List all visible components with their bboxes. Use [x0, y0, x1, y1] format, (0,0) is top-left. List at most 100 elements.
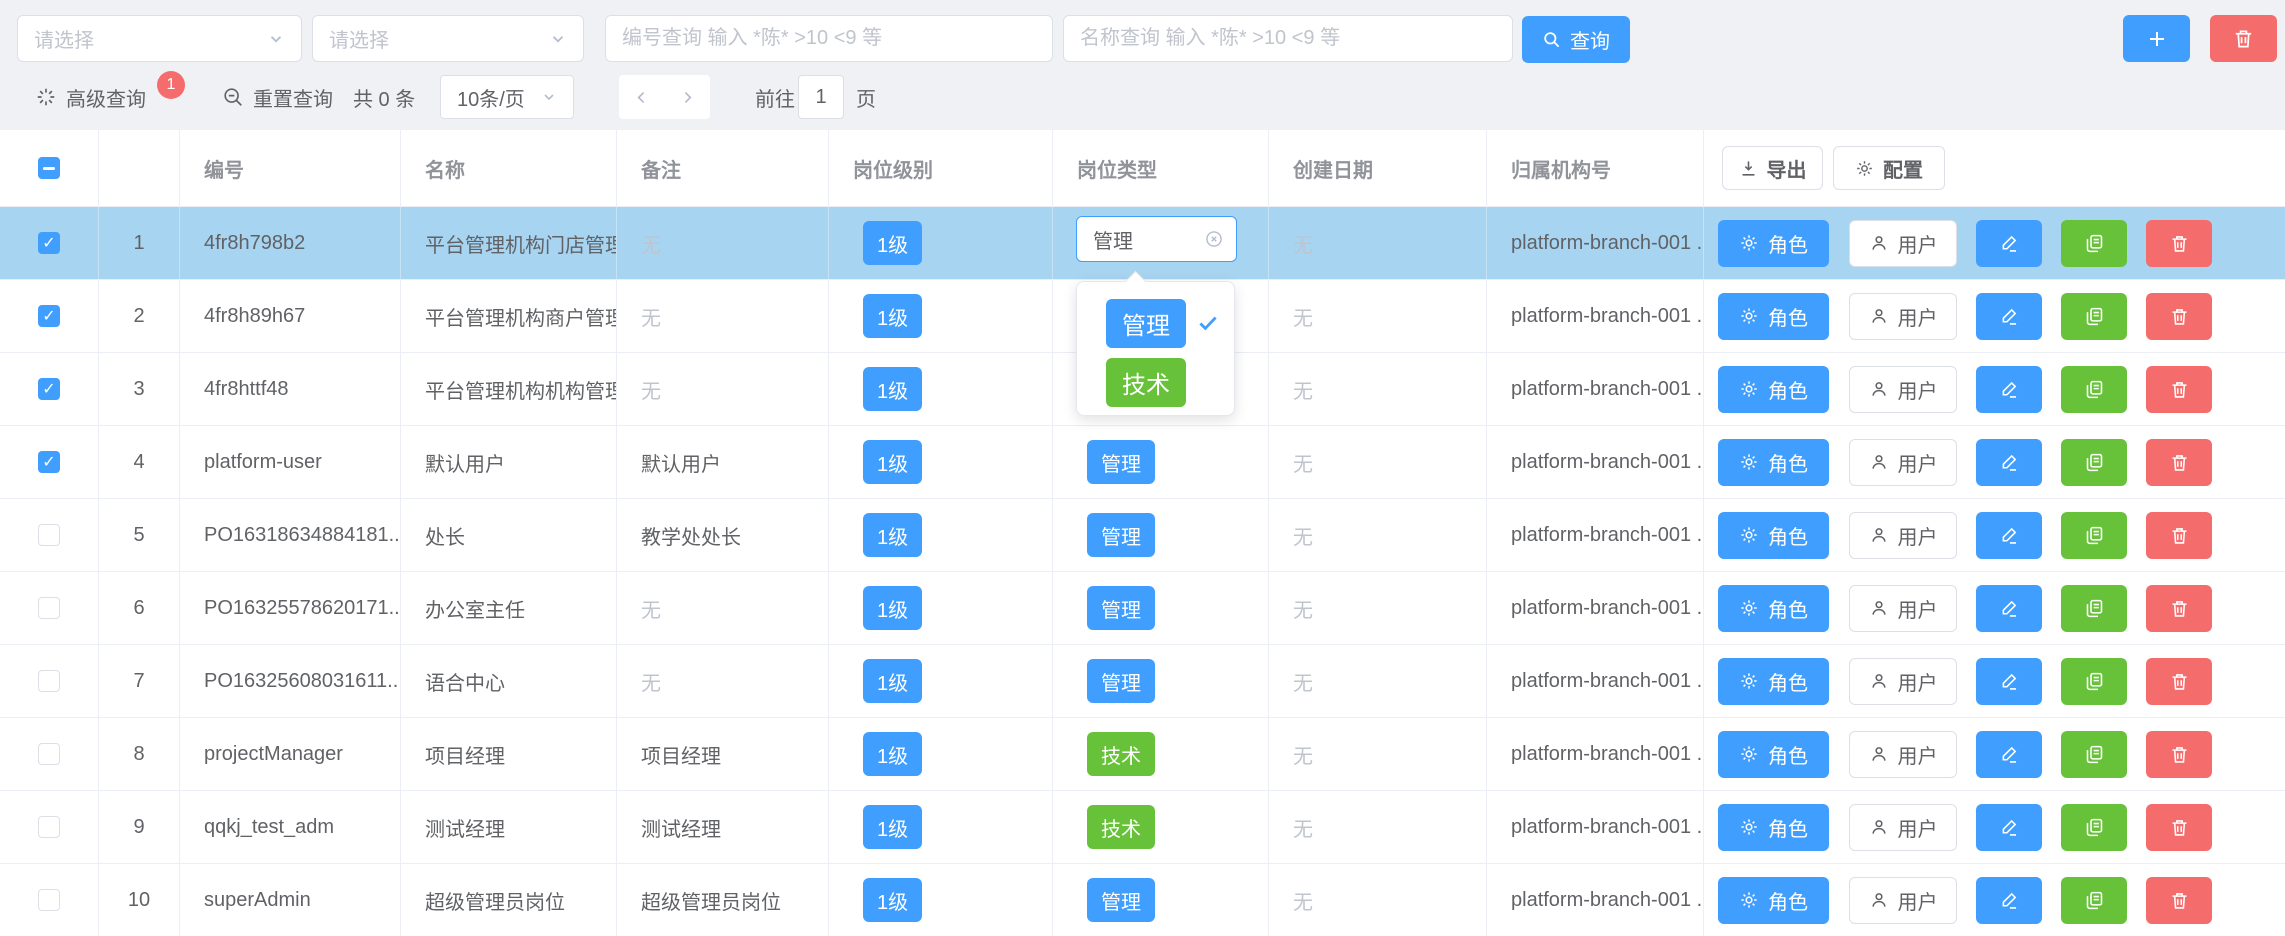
user-button[interactable]: 用户 [1849, 731, 1957, 778]
user-button[interactable]: 用户 [1849, 877, 1957, 924]
role-button[interactable]: 角色 [1718, 439, 1829, 486]
row-checkbox[interactable] [38, 232, 60, 254]
delete-button[interactable] [2146, 512, 2212, 559]
row-checkbox[interactable] [38, 524, 60, 546]
role-button[interactable]: 角色 [1718, 366, 1829, 413]
delete-button[interactable] [2146, 585, 2212, 632]
type-cell[interactable]: 管理 [1053, 572, 1269, 644]
delete-button[interactable] [2146, 877, 2212, 924]
delete-button[interactable] [2146, 366, 2212, 413]
type-cell[interactable]: 管理 [1053, 645, 1269, 717]
search-button[interactable]: 查询 [1522, 16, 1630, 63]
copy-button[interactable] [2061, 220, 2127, 267]
edit-button[interactable] [1976, 366, 2042, 413]
type-option-技术[interactable]: 技术 [1077, 357, 1234, 407]
table-row[interactable]: 5 PO16318634884181... 处长 教学处处长 1级 管理 无 p… [0, 499, 2285, 572]
edit-button[interactable] [1976, 585, 2042, 632]
edit-button[interactable] [1976, 731, 2042, 778]
user-button[interactable]: 用户 [1849, 512, 1957, 559]
user-button[interactable]: 用户 [1849, 439, 1957, 486]
copy-button[interactable] [2061, 512, 2127, 559]
role-button[interactable]: 角色 [1718, 512, 1829, 559]
edit-button[interactable] [1976, 877, 2042, 924]
code-search-input[interactable] [622, 16, 1036, 61]
user-button[interactable]: 用户 [1849, 658, 1957, 705]
type-option-管理[interactable]: 管理 [1077, 298, 1234, 348]
delete-button[interactable] [2146, 804, 2212, 851]
type-cell[interactable]: 技术 [1053, 718, 1269, 790]
table-row[interactable]: 7 PO16325608031611... 语合中心 无 1级 管理 无 pla… [0, 645, 2285, 718]
copy-button[interactable] [2061, 366, 2127, 413]
type-cell[interactable]: 管理 [1053, 864, 1269, 936]
copy-button[interactable] [2061, 585, 2127, 632]
delete-button[interactable] [2146, 220, 2212, 267]
add-button[interactable] [2123, 15, 2190, 62]
prev-page-button[interactable] [633, 89, 650, 106]
reset-query-button[interactable]: 重置查询 [222, 75, 333, 119]
role-button[interactable]: 角色 [1718, 658, 1829, 705]
row-checkbox[interactable] [38, 743, 60, 765]
table-row[interactable]: 6 PO16325578620171... 办公室主任 无 1级 管理 无 pl… [0, 572, 2285, 645]
code-search-field-wrap [605, 15, 1053, 62]
delete-button[interactable] [2146, 731, 2212, 778]
table-row[interactable]: 10 superAdmin 超级管理员岗位 超级管理员岗位 1级 管理 无 pl… [0, 864, 2285, 936]
role-button[interactable]: 角色 [1718, 877, 1829, 924]
type-select-input[interactable]: 管理 [1076, 216, 1237, 262]
copy-button[interactable] [2061, 731, 2127, 778]
filter-select-1[interactable]: 请选择 [17, 15, 302, 62]
goto-page-input[interactable] [798, 75, 844, 119]
edit-button[interactable] [1976, 439, 2042, 486]
copy-button[interactable] [2061, 658, 2127, 705]
table-row[interactable]: 8 projectManager 项目经理 项目经理 1级 技术 无 platf… [0, 718, 2285, 791]
table-row[interactable]: 9 qqkj_test_adm 测试经理 测试经理 1级 技术 无 platfo… [0, 791, 2285, 864]
row-checkbox[interactable] [38, 816, 60, 838]
row-checkbox[interactable] [38, 305, 60, 327]
role-button[interactable]: 角色 [1718, 731, 1829, 778]
delete-button[interactable] [2146, 293, 2212, 340]
edit-button[interactable] [1976, 512, 2042, 559]
row-checkbox[interactable] [38, 597, 60, 619]
export-button[interactable]: 导出 [1722, 146, 1823, 190]
edit-button[interactable] [1976, 293, 2042, 340]
user-button[interactable]: 用户 [1849, 585, 1957, 632]
user-button[interactable]: 用户 [1849, 804, 1957, 851]
user-button[interactable]: 用户 [1849, 293, 1957, 340]
level-tag: 1级 [863, 440, 922, 484]
clear-icon[interactable] [1204, 229, 1224, 249]
page-size-select[interactable]: 10条/页 [440, 75, 574, 119]
user-button[interactable]: 用户 [1849, 220, 1957, 267]
filter-select-2[interactable]: 请选择 [312, 15, 584, 62]
role-button[interactable]: 角色 [1718, 804, 1829, 851]
advanced-query-button[interactable]: 高级查询 1 [35, 75, 185, 119]
row-checkbox[interactable] [38, 670, 60, 692]
trash-icon [2169, 306, 2190, 327]
role-button[interactable]: 角色 [1718, 220, 1829, 267]
row-checkbox[interactable] [38, 378, 60, 400]
user-button-label: 用户 [1898, 594, 1938, 623]
table-row[interactable]: 4 platform-user 默认用户 默认用户 1级 管理 无 platfo… [0, 426, 2285, 499]
row-checkbox[interactable] [38, 889, 60, 911]
next-page-button[interactable] [679, 89, 696, 106]
role-button-label: 角色 [1768, 375, 1808, 404]
goto-suffix-label: 页 [856, 75, 876, 119]
copy-button[interactable] [2061, 439, 2127, 486]
edit-button[interactable] [1976, 804, 2042, 851]
user-button[interactable]: 用户 [1849, 366, 1957, 413]
type-cell[interactable]: 管理 [1053, 426, 1269, 498]
role-button[interactable]: 角色 [1718, 585, 1829, 632]
copy-button[interactable] [2061, 804, 2127, 851]
config-button[interactable]: 配置 [1833, 146, 1945, 190]
copy-button[interactable] [2061, 877, 2127, 924]
batch-delete-button[interactable] [2210, 15, 2277, 62]
role-button[interactable]: 角色 [1718, 293, 1829, 340]
name-search-input[interactable] [1080, 16, 1496, 61]
copy-button[interactable] [2061, 293, 2127, 340]
type-cell[interactable]: 管理 [1053, 499, 1269, 571]
delete-button[interactable] [2146, 658, 2212, 705]
type-cell[interactable]: 技术 [1053, 791, 1269, 863]
select-all-checkbox[interactable] [38, 157, 60, 179]
delete-button[interactable] [2146, 439, 2212, 486]
row-checkbox[interactable] [38, 451, 60, 473]
edit-button[interactable] [1976, 220, 2042, 267]
edit-button[interactable] [1976, 658, 2042, 705]
